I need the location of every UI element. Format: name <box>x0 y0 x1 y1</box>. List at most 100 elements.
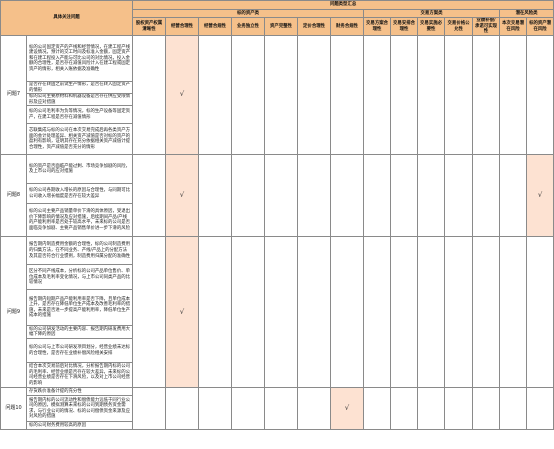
issue-item: 报告期内制造费用金额的合理性，标的公司制造费用的归集方法，在不同业务、产线/产品… <box>25 236 134 266</box>
issue-item: 区分不同产线成本，分析标的公司产品单位售价、单位成本及毛利率变化情况，与上市公司… <box>25 264 134 291</box>
check-cell <box>330 34 365 156</box>
issue-item: 标的公司研发活动的主要内容、报告期内研发费用大幅下降的原因 <box>25 325 134 340</box>
column-header: 交易方案合理性 <box>363 17 392 36</box>
column-header: 交易实施必要性 <box>417 17 446 36</box>
check-cell <box>231 154 266 238</box>
issue-item: 结合本次交易前后对比情况，分析报告期内标的公司的毛利率、经营业绩是否存在较大差异… <box>25 362 134 389</box>
check-cell: √ <box>165 236 200 389</box>
column-header: 业务独立性 <box>231 17 266 36</box>
table-row: 问题7 标的公司固定资产的产线和经营情况，在建工程产线建设情况，预计的交工时间及… <box>0 34 554 156</box>
column-header: 经营合规性 <box>198 17 233 36</box>
check-cell <box>231 34 266 156</box>
check-cell: √ <box>330 387 365 431</box>
issue-item: 报告期内标的公司流动性和偿债能力远低于同行业公司的原因，模拟测算未来标的公司到期… <box>25 395 134 423</box>
group-transaction-plan: 交易方案类 <box>363 9 501 18</box>
check-cell <box>472 236 501 389</box>
check-cell <box>499 387 528 431</box>
check-cell <box>330 236 365 389</box>
check-cell <box>132 236 167 389</box>
check-cell <box>390 387 419 431</box>
check-cell <box>264 236 299 389</box>
check-cell <box>363 387 392 431</box>
check-cell <box>444 34 474 156</box>
check-cell <box>264 34 299 156</box>
check-cell <box>499 34 528 156</box>
check-cell <box>417 236 446 389</box>
issue-item: 报告期内短期产品产能利用率是否下降，且单位成本上升，是否存在降低单位生产成本及改… <box>25 289 134 327</box>
column-header: 本次交易潜在风险 <box>499 17 528 36</box>
check-cell: √ <box>526 154 554 238</box>
issue-item: 标的资产是否面临产能过剩、市场竞争加剧的风险，及上市公司的应对措施 <box>25 154 134 185</box>
group-target-assets: 标的资产类 <box>132 9 365 18</box>
focus-header: 具体关注问题 <box>0 0 134 36</box>
check-cell <box>526 236 554 389</box>
check-cell <box>499 154 528 238</box>
check-cell <box>165 387 200 431</box>
check-cell <box>472 154 501 238</box>
issue-item: 标的公司毛利率为负等情况，标的生产设备等固定资产，在建工程是否存在减值情形 <box>25 105 134 125</box>
check-cell <box>198 236 233 389</box>
check-cell <box>390 154 419 238</box>
table-row: 问题9 报告期内制造费用金额的合理性，标的公司制造费用的归集方法，在不同业务、产… <box>0 236 554 389</box>
check-cell <box>526 34 554 156</box>
question-label: 问题7 <box>0 34 27 156</box>
column-header: 业绩补偿/承诺可实现性 <box>472 17 501 36</box>
issue-item: 标的公司主要产品销量单价下滑的具体原因，受退出价下降影响的情况及应对措施，后续期… <box>25 203 134 238</box>
check-cell <box>444 387 474 431</box>
issue-item: 存货跌价准备计提的充分性 <box>25 387 134 397</box>
column-header: 股权资产权属清晰性 <box>132 17 167 36</box>
question-label: 问题8 <box>0 154 27 238</box>
issue-summary-table: 具体关注问题 问题类型汇总 标的资产类 交易方案类 潜在风险类 股权资产权属清晰… <box>0 0 554 431</box>
question-type-header: 问题类型汇总 <box>132 0 554 10</box>
check-cell <box>132 154 167 238</box>
issue-item: 标的公司主要原材料和机器设备是否存在供应受限情形及应对措施 <box>25 93 134 107</box>
check-cell <box>297 34 332 156</box>
check-cell <box>198 34 233 156</box>
issue-item: 标的公司与上市公司研发项目划分，经营业绩未达标的合理性，是否存在业绩补偿风险相关… <box>25 338 134 364</box>
check-cell <box>417 387 446 431</box>
issue-item: 标的公司固定资产的产线和经营情况，在建工程产线建设情况，预计的交工时间及标准入金… <box>25 35 134 82</box>
check-cell <box>390 34 419 156</box>
column-header: 经营合理性 <box>165 17 200 36</box>
table-row: 问题8 标的资产是否面临产能过剩、市场竞争加剧的风险，及上市公司的应对措施 √ … <box>0 154 554 238</box>
group-potential-risk: 潜在风险类 <box>499 9 554 18</box>
check-cell <box>526 387 554 431</box>
check-cell <box>132 34 167 156</box>
check-cell <box>444 236 474 389</box>
table-row: 问题10 存货跌价准备计提的充分性 √ <box>0 387 554 431</box>
check-cell <box>198 154 233 238</box>
check-cell <box>444 154 474 238</box>
check-cell <box>499 236 528 389</box>
check-cell <box>363 154 392 238</box>
check-cell <box>330 154 365 238</box>
check-cell <box>390 236 419 389</box>
check-cell <box>231 236 266 389</box>
check-cell <box>363 236 392 389</box>
column-header: 定价合理性 <box>297 17 332 36</box>
check-cell <box>417 34 446 156</box>
check-cell <box>297 154 332 238</box>
check-cell <box>264 387 299 431</box>
column-header: 资产完整性 <box>264 17 299 36</box>
check-cell <box>363 34 392 156</box>
check-cell <box>297 387 332 431</box>
check-cell <box>472 34 501 156</box>
issue-item: 是否存在转固之前试生产情形，是否在转入固定资产的情形 <box>25 80 134 95</box>
column-header: 财务合规性 <box>330 17 365 36</box>
column-header: 标的资产潜在风险 <box>526 17 554 36</box>
check-cell <box>417 154 446 238</box>
issue-item: 芯联集成与标的公司在本次交易完成后再各类资产方面的会计处理差异、相关资产减值是否… <box>25 123 134 156</box>
check-cell: √ <box>165 34 200 156</box>
check-cell <box>264 154 299 238</box>
check-cell: √ <box>165 154 200 238</box>
check-cell <box>297 236 332 389</box>
issue-item: 标的公司各期收入增长的原因与合理性，与同期可比公司收入增长幅度是否存在较大差异 <box>25 183 134 205</box>
question-label: 问题9 <box>0 236 27 389</box>
issue-item: 标的公司财务费用较高的原因 <box>25 421 134 431</box>
column-header: 交易价格公允性 <box>444 17 474 36</box>
question-label: 问题10 <box>0 387 27 431</box>
column-header: 交易安排合理性 <box>390 17 419 36</box>
check-cell <box>132 387 167 431</box>
check-cell <box>231 387 266 431</box>
check-cell <box>198 387 233 431</box>
